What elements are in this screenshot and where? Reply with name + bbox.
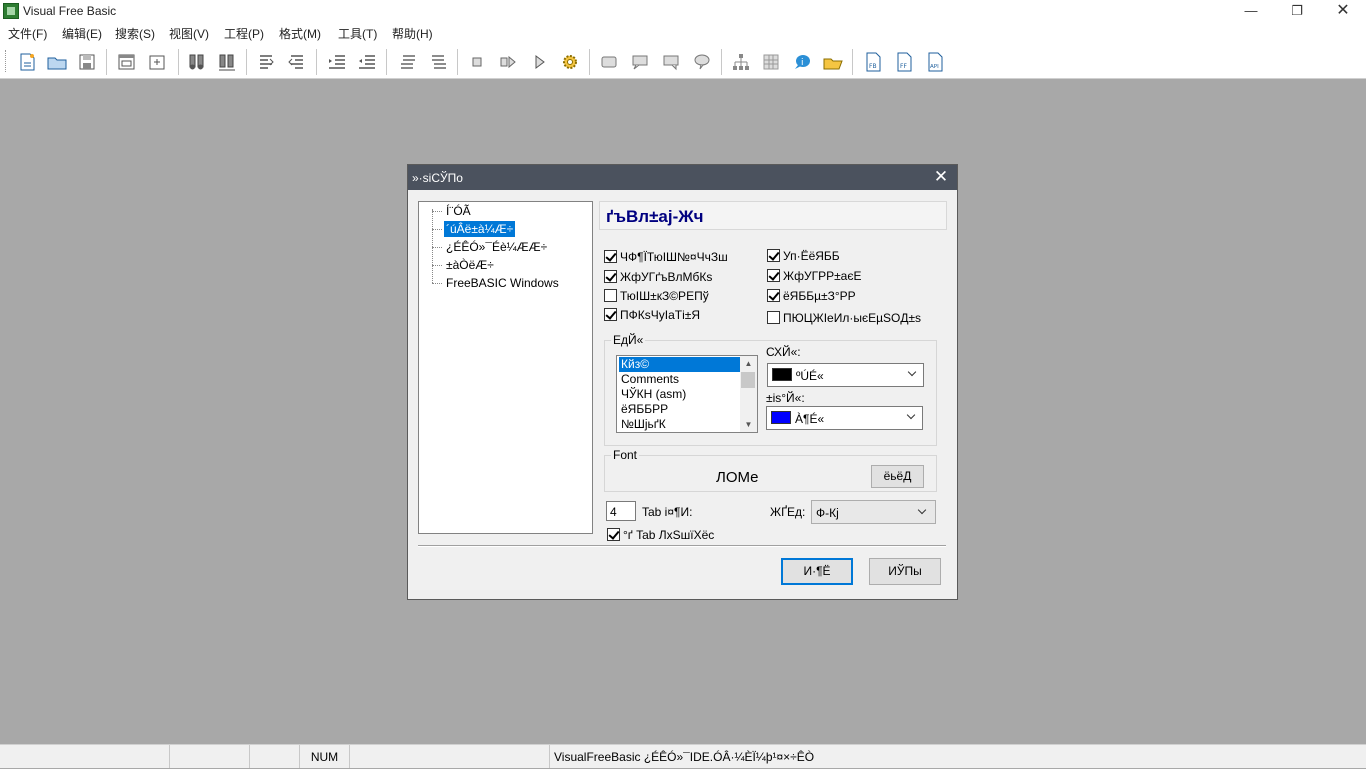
grid-icon[interactable]	[760, 51, 782, 73]
save-icon[interactable]	[76, 51, 98, 73]
tree-item-compiler[interactable]: ±àÒëÆ÷	[432, 257, 592, 273]
window-title: Visual Free Basic	[23, 4, 117, 18]
case-dropdown[interactable]: Ф-Кј	[811, 500, 936, 524]
options-tree[interactable]: Í¨ÓÃ ´úÂë±à¼­Æ÷ ¿ÉÊÓ»¯Éè¼ÆÆ÷ ±àÒëÆ÷ Free…	[418, 201, 593, 534]
status-panel	[170, 745, 250, 768]
message-box-icon[interactable]	[660, 51, 682, 73]
tree-item-visual-designer[interactable]: ¿ÉÊÓ»¯Éè¼ÆÆ÷	[432, 239, 592, 255]
svg-text:API: API	[930, 64, 939, 70]
fb-help-icon[interactable]: FB	[862, 51, 884, 73]
font-group-label: Font	[611, 448, 640, 462]
run-icon[interactable]	[528, 51, 550, 73]
new-form-icon[interactable]	[116, 51, 138, 73]
tree-item-freebasic-windows[interactable]: FreeBASIC Windows	[432, 275, 592, 291]
new-file-icon[interactable]	[16, 51, 38, 73]
font-name: ЛОМе	[716, 469, 759, 486]
message-icon[interactable]	[629, 51, 651, 73]
help-bubble-icon[interactable]: i	[791, 51, 813, 73]
redo-icon[interactable]	[286, 51, 308, 73]
add-module-icon[interactable]	[147, 51, 169, 73]
minimize-button[interactable]: —	[1228, 0, 1274, 22]
svg-text:FF: FF	[900, 63, 907, 70]
undo-icon[interactable]	[255, 51, 277, 73]
svg-text:i: i	[801, 58, 804, 68]
status-message: VisualFreeBasic ¿ÉÊÓ»¯IDE.ÓÂ·¼ÈÏ¼þ¹¤×÷ÊÒ	[554, 750, 815, 764]
case-label: ЖҐЕд:	[770, 505, 806, 519]
toolbar: i FB FF API	[0, 42, 1366, 79]
menu-file[interactable]: 文件(F)	[8, 25, 47, 42]
status-panel	[350, 745, 550, 768]
menu-project[interactable]: 工程(P)	[224, 25, 264, 42]
dialog-title-bar[interactable]: »·siСЎПо ✕	[408, 165, 957, 190]
menu-edit[interactable]: 编辑(E)	[62, 25, 102, 42]
menu-help[interactable]: 帮助(H)	[392, 25, 433, 42]
dialog-close-icon[interactable]: ✕	[930, 167, 952, 187]
title-bar: Visual Free Basic — ❐ ✕	[0, 0, 1366, 22]
svg-text:FB: FB	[869, 63, 877, 70]
colors-group-label: ЕдЙ«	[611, 333, 646, 347]
status-num: NUM	[300, 745, 350, 768]
list-item[interactable]: Кйз©	[619, 357, 740, 372]
cancel-button[interactable]: ИЎПы	[869, 558, 941, 585]
toolbar-grip[interactable]	[5, 50, 9, 72]
find-icon[interactable]	[186, 51, 208, 73]
tab-size-label: Tab і¤¶И:	[642, 505, 693, 519]
background-label: ±іѕ°Й«:	[766, 391, 805, 405]
balloon-icon[interactable]	[691, 51, 713, 73]
foreground-label: СХЙ«:	[766, 345, 801, 359]
chevron-down-icon	[906, 410, 918, 424]
window-icon[interactable]	[598, 51, 620, 73]
status-bar: NUM VisualFreeBasic ¿ÉÊÓ»¯IDE.ÓÂ·¼ÈÏ¼þ¹¤…	[0, 744, 1366, 768]
app-icon	[3, 3, 19, 19]
options-dialog: »·siСЎПо ✕ Í¨ÓÃ ´úÂë±à¼­Æ÷ ¿ÉÊÓ»¯Éè¼ÆÆ÷ …	[407, 164, 958, 600]
list-scrollbar[interactable]: ▲ ▼	[740, 356, 757, 432]
scroll-up-icon[interactable]: ▲	[740, 356, 757, 371]
dialog-separator	[418, 545, 946, 547]
list-item[interactable]: ёЯББРР	[619, 402, 740, 417]
chevron-down-icon	[917, 505, 929, 519]
status-panel	[0, 745, 170, 768]
restore-button[interactable]: ❐	[1274, 0, 1320, 22]
chevron-down-icon	[907, 367, 919, 381]
comment-icon[interactable]	[396, 51, 418, 73]
tab-size-input[interactable]: 4	[606, 501, 636, 521]
dialog-title: »·siСЎПо	[412, 171, 463, 185]
list-item[interactable]: №ШјьґК	[619, 417, 740, 432]
tree-item-code-editor[interactable]: ´úÂë±à¼­Æ÷	[432, 221, 592, 237]
api-help-icon[interactable]: API	[924, 51, 946, 73]
close-button[interactable]: ✕	[1320, 0, 1366, 22]
elements-listbox[interactable]: Кйз© Comments ЧЎКН (asm) ёЯББРР №ШјьґК ▲…	[616, 355, 758, 433]
menu-format[interactable]: 格式(M)	[279, 25, 321, 42]
menu-view[interactable]: 视图(V)	[169, 25, 209, 42]
build-gear-icon[interactable]	[559, 51, 581, 73]
find-replace-icon[interactable]	[216, 51, 238, 73]
background-swatch	[771, 411, 791, 424]
tree-structure-icon[interactable]	[730, 51, 752, 73]
menu-tools[interactable]: 工具(T)	[338, 25, 377, 42]
background-color-combo[interactable]: À¶É«	[766, 406, 923, 430]
list-item[interactable]: Comments	[619, 372, 740, 387]
outdent-icon[interactable]	[356, 51, 378, 73]
status-panel	[250, 745, 300, 768]
tree-item-general[interactable]: Í¨ÓÃ	[432, 203, 592, 219]
step-icon[interactable]	[497, 51, 519, 73]
foreground-swatch	[772, 368, 792, 381]
open-project-icon[interactable]	[822, 51, 844, 73]
stop-icon[interactable]	[466, 51, 488, 73]
change-font-button[interactable]: ёьёД	[871, 465, 924, 488]
ok-button[interactable]: И·¶Ё	[781, 558, 853, 585]
uncomment-icon[interactable]	[427, 51, 449, 73]
menu-search[interactable]: 搜索(S)	[115, 25, 155, 42]
scroll-down-icon[interactable]: ▼	[740, 417, 757, 432]
indent-icon[interactable]	[326, 51, 348, 73]
list-item[interactable]: ЧЎКН (asm)	[619, 387, 740, 402]
menu-bar: 文件(F) 编辑(E) 搜索(S) 视图(V) 工程(P) 格式(M) 工具(T…	[0, 22, 1366, 42]
section-title: ґъВл±аj-Жч	[599, 201, 947, 230]
ff-help-icon[interactable]: FF	[893, 51, 915, 73]
open-folder-icon[interactable]	[46, 51, 68, 73]
foreground-color-combo[interactable]: ºÚÉ«	[767, 363, 924, 387]
scroll-thumb[interactable]	[741, 372, 755, 388]
